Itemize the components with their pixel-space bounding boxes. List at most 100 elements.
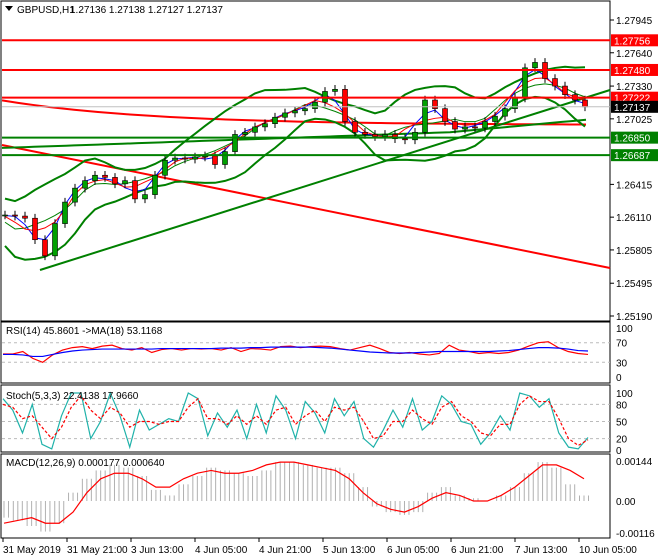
price-label: 1.27480 [614,66,651,77]
candle-body [302,108,308,112]
stoch-tick-label: 100 [616,389,633,400]
macd-title: MACD(12,26,9) 0.000177 0.000640 [6,458,165,469]
candle-body [152,174,158,195]
candle-body [12,214,18,217]
price-tick-label: 1.27025 [616,115,653,126]
candle-body [382,134,388,137]
candle-body [42,239,48,257]
candle-body [112,177,118,185]
time-label: 6 Jun 21:00 [451,545,504,556]
panel-frame [0,0,611,322]
candle-body [582,99,588,108]
candle-body [402,138,408,141]
macd-tick-label: 0.00 [616,497,636,508]
candle-body [52,223,58,257]
candle-body [172,157,178,161]
candle-body [562,85,568,95]
candle-body [342,88,348,122]
time-label: 10 Jun 05:00 [579,545,637,556]
candle-body [262,123,268,128]
price-tick-label: 1.25190 [616,312,653,323]
bollinger-band-upper [4,65,586,203]
candle-body [92,174,98,181]
candle-body [122,180,128,185]
candle-body [82,180,88,189]
candle-body [332,88,338,92]
stoch-title: Stoch(5,3,3) 22.4138 17.9660 [6,391,139,402]
rsi-tick-label: 30 [616,358,628,369]
dropdown-triangle-icon[interactable] [5,6,13,11]
candle-body [292,110,298,114]
price-tick-label: 1.25805 [616,246,653,257]
price-panel[interactable]: 1.27945 1.27640 1.27330 1.27025 1.26415 1.261… [1,16,658,323]
candle-body [482,121,488,129]
macd-panel[interactable]: 0.00144 0.00 -0.00116 [0,457,655,540]
candle-body [222,151,228,165]
time-label: 5 Jun 13:00 [323,545,376,556]
candle-body [2,214,8,217]
candle-body [62,201,68,224]
candle-body [452,121,458,130]
time-label: 4 Jun 21:00 [259,545,312,556]
price-tick-label: 1.26415 [616,180,653,191]
candle-body [182,157,188,160]
bollinger-band-middle [4,83,586,230]
time-label: 6 Jun 05:00 [387,545,440,556]
time-label: 3 Jun 13:00 [131,545,184,556]
candle-body [102,174,108,178]
price-tick-label: 1.25495 [616,279,653,290]
candle-body [532,62,538,69]
macd-tick-label: -0.00116 [616,529,655,540]
candle-body [32,217,38,241]
time-label: 31 May 21:00 [67,545,128,556]
price-tick-label: 1.27945 [616,16,653,27]
price-tick-label: 1.27330 [616,82,653,93]
candle-body [372,134,378,137]
time-label: 7 Jun 13:00 [515,545,568,556]
rsi-tick-label: 0 [616,373,622,384]
candle-body [282,112,288,118]
candle-body [142,194,148,200]
candle-body [22,215,28,219]
candle-body [312,101,318,109]
candle-body [472,126,478,129]
time-axis: 31 May 2019 31 May 21:00 3 Jun 13:00 4 Jun … [2,538,637,556]
stoch-tick-label: 20 [616,435,628,446]
trendline-red [1,144,611,269]
stoch-tick-label: 80 [616,400,628,411]
candle-body [432,99,438,109]
price-label: 1.26850 [614,134,651,145]
candle-body [352,121,358,133]
price-label: 1.27137 [614,103,651,114]
symbol-title: GBPUSD,H1 [17,5,75,16]
candle-body [272,116,278,124]
candle-body [242,131,248,135]
stoch-tick-label: 50 [616,418,628,429]
trading-chart[interactable]: 1.27945 1.27640 1.27330 1.27025 1.26415 1.261… [0,0,660,560]
rsi-tick-label: 70 [616,339,628,350]
price-tick-label: 1.27640 [616,49,653,60]
stoch-tick-label: 0 [616,446,622,457]
rsi-title: RSI(14) 45.8601 ->MA(18) 53.1168 [6,326,163,337]
candle-body [442,108,448,122]
candle-body [422,99,428,133]
price-label: 1.26687 [614,151,651,162]
candle-body [212,155,218,165]
candle-body [522,67,528,99]
candle-body [492,115,498,122]
rsi-line [3,341,589,363]
candle-body [462,126,468,130]
price-tick-label: 1.26110 [616,213,652,224]
candle-body [412,131,418,141]
macd-tick-label: 0.00144 [616,457,653,468]
price-label: 1.27756 [614,36,651,47]
candle-body [132,180,138,200]
candle-body [252,126,258,133]
candle-body [192,156,198,160]
time-label: 4 Jun 05:00 [195,545,248,556]
candle-body [362,131,368,135]
candle-body [552,78,558,87]
candle-body [72,187,78,203]
rsi-tick-label: 100 [616,324,633,335]
candle-body [162,159,168,176]
